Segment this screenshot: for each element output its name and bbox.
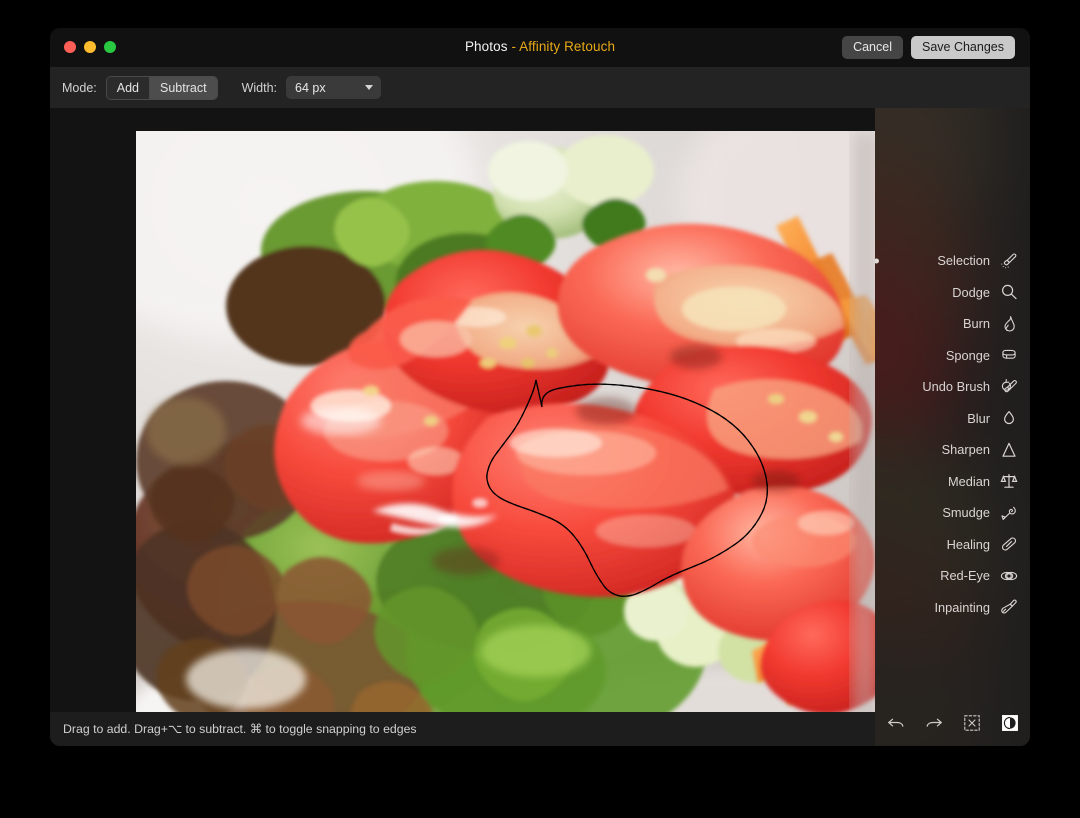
tool-item-sponge[interactable]: Sponge [886,340,1018,372]
tool-item-median[interactable]: Median [886,466,1018,498]
tool-label: Red-Eye [940,568,990,584]
tool-item-red-eye[interactable]: Red-Eye [886,560,1018,592]
tool-item-sharpen[interactable]: Sharpen [886,434,1018,466]
tool-label: Sponge [945,347,990,363]
inpaint-brush-icon [1000,598,1018,616]
tool-item-healing[interactable]: Healing [886,529,1018,561]
title-bar: Photos - Affinity Retouch Cancel Save Ch… [50,28,1030,67]
mode-segmented-control: Add Subtract [105,75,218,100]
selection-brush-icon [1000,252,1018,270]
active-tool-indicator-dot [875,258,879,264]
zoom-window-button[interactable] [104,41,116,53]
tool-label: Smudge [942,505,990,521]
droplet-icon [1000,409,1018,427]
tool-label: Sharpen [941,442,990,458]
tool-item-smudge[interactable]: Smudge [886,497,1018,529]
triangle-icon [1000,441,1018,459]
tool-label: Burn [962,316,990,332]
tool-item-burn[interactable]: Burn [886,308,1018,340]
window-title-app: Affinity Retouch [519,39,616,54]
window-title-separator: - [511,39,517,54]
width-dropdown[interactable]: 64 px [286,76,381,99]
tool-label: Healing [946,536,990,552]
smudge-icon [1000,504,1018,522]
save-changes-button[interactable]: Save Changes [910,36,1015,59]
width-dropdown-value: 64 px [295,80,326,95]
window-title-document: Photos [464,39,508,54]
canvas-area[interactable]: Selection Dodge Burn Sponge Undo Brush B… [50,108,1030,746]
undo-brush-icon [1000,378,1018,396]
tool-label: Dodge [952,284,990,300]
scales-icon [1000,472,1018,490]
sidebar-content: Selection Dodge Burn Sponge Undo Brush B… [875,108,1030,746]
app-window: Photos - Affinity Retouch Cancel Save Ch… [50,28,1030,746]
mode-option-subtract[interactable]: Subtract [149,76,217,99]
titlebar-actions: Cancel Save Changes [842,36,1015,59]
tool-list: Selection Dodge Burn Sponge Undo Brush B… [875,245,1018,624]
tool-item-blur[interactable]: Blur [886,403,1018,435]
tool-item-dodge[interactable]: Dodge [886,277,1018,309]
mode-label: Mode: [62,80,97,95]
traffic-light-group [64,41,116,53]
flame-icon [1000,315,1018,333]
sponge-icon [1000,346,1018,364]
tool-label: Undo Brush [922,379,990,395]
cancel-button[interactable]: Cancel [842,36,903,59]
tool-label: Inpainting [934,599,991,615]
bandage-icon [1000,535,1018,553]
tool-item-undo-brush[interactable]: Undo Brush [886,371,1018,403]
status-bar-text: Drag to add. Drag+⌥ to subtract. ⌘ to to… [63,722,417,736]
magnifier-icon [1000,283,1018,301]
minimize-window-button[interactable] [84,41,96,53]
tools-sidebar: Selection Dodge Burn Sponge Undo Brush B… [875,108,1030,746]
tool-item-inpainting[interactable]: Inpainting [886,592,1018,624]
mode-option-add[interactable]: Add [106,76,149,99]
tool-label: Selection [937,253,990,269]
tool-item-selection[interactable]: Selection [875,245,1018,277]
status-bar: Drag to add. Drag+⌥ to subtract. ⌘ to to… [50,712,1030,746]
options-bar: Mode: Add Subtract Width: 64 px [50,67,1030,108]
close-window-button[interactable] [64,41,76,53]
chevron-down-icon [365,85,373,90]
tool-label: Blur [967,410,990,426]
eye-icon [1000,567,1018,585]
tool-label: Median [948,473,990,489]
width-label: Width: [241,80,277,95]
photo-image[interactable] [136,131,878,735]
